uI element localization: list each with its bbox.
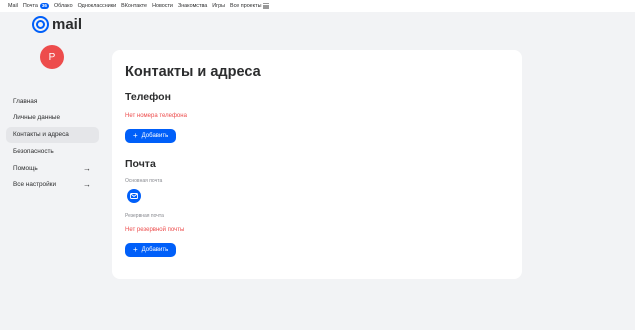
topbar-link-games[interactable]: Игры: [212, 3, 225, 9]
arrow-right-icon: →: [83, 163, 91, 173]
plus-icon: +: [133, 245, 138, 254]
settings-sidebar: Главная Личные данные Контакты и адреса …: [6, 93, 99, 194]
sidebar-item-security[interactable]: Безопасность: [6, 143, 99, 159]
add-phone-button[interactable]: + Добавить: [125, 129, 177, 143]
topbar-link-dating[interactable]: Знакомства: [178, 3, 207, 9]
page-title: Контакты и адреса: [125, 64, 261, 80]
add-phone-label: Добавить: [141, 133, 169, 139]
mail-logo[interactable]: mail: [32, 16, 82, 33]
sidebar-item-all-settings[interactable]: Все настройки →: [6, 177, 99, 193]
topbar-link-vk[interactable]: ВКонтакте: [121, 3, 147, 9]
topbar-link-pochta[interactable]: Почта 36: [23, 3, 49, 9]
topbar-link-ok[interactable]: Одноклассники: [78, 3, 117, 9]
plus-icon: +: [133, 131, 138, 140]
email-section-title: Почта: [125, 158, 156, 170]
contacts-card: Контакты и адреса Телефон Нет номера тел…: [112, 50, 522, 279]
add-email-label: Добавить: [141, 247, 169, 253]
add-backup-email-button[interactable]: + Добавить: [125, 243, 177, 257]
sidebar-item-home[interactable]: Главная: [6, 93, 99, 109]
no-phone-text: Нет номера телефона: [125, 113, 187, 119]
envelope-icon[interactable]: [127, 189, 141, 203]
sidebar-item-contacts[interactable]: Контакты и адреса: [6, 126, 99, 143]
avatar[interactable]: P: [40, 45, 64, 69]
topbar-link-mail[interactable]: Mail: [8, 3, 18, 9]
logo-text: mail: [52, 16, 83, 33]
sidebar-item-label: Безопасность: [13, 147, 54, 155]
topbar-link-cloud[interactable]: Облако: [54, 3, 73, 9]
primary-email-label: Основная почта: [125, 178, 163, 184]
sidebar-item-label: Контакты и адреса: [13, 131, 69, 139]
sidebar-item-personal-data[interactable]: Личные данные: [6, 110, 99, 126]
sidebar-item-label: Все настройки: [13, 181, 57, 189]
topbar-link-all-projects[interactable]: Все проекты: [230, 3, 269, 9]
unread-count-badge: 36: [39, 3, 49, 9]
sidebar-item-label: Личные данные: [13, 114, 61, 122]
grid-icon: [263, 3, 269, 9]
sidebar-item-label: Помощь: [13, 164, 38, 172]
sidebar-item-label: Главная: [13, 97, 38, 105]
all-projects-label: Все проекты: [229, 3, 262, 9]
at-sign-icon: [32, 16, 49, 33]
arrow-right-icon: →: [83, 180, 91, 190]
topbar-link-pochta-label: Почта: [22, 3, 38, 9]
backup-email-label: Резервная почта: [125, 213, 164, 219]
no-backup-email-text: Нет резервной почты: [125, 227, 185, 233]
phone-section-title: Телефон: [125, 91, 171, 103]
topbar-link-news[interactable]: Новости: [152, 3, 173, 9]
portal-topbar: Mail Почта 36 Облако Одноклассники ВКонт…: [0, 0, 635, 12]
sidebar-item-help[interactable]: Помощь →: [6, 160, 99, 176]
